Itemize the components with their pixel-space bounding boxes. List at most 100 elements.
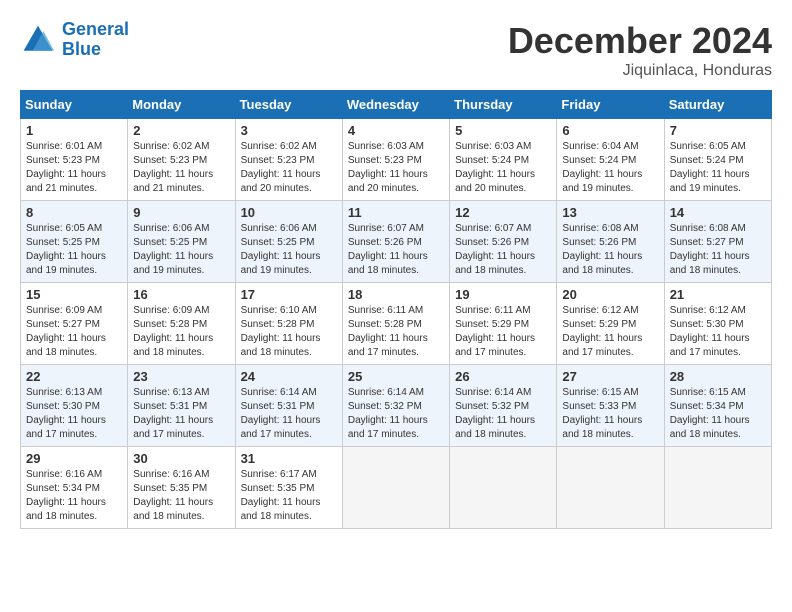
logo-icon — [20, 22, 56, 58]
calendar-cell: 7 Sunrise: 6:05 AM Sunset: 5:24 PM Daylig… — [664, 119, 771, 201]
cell-info: Sunrise: 6:03 AM Sunset: 5:23 PM Dayligh… — [348, 140, 444, 196]
calendar-cell: 6 Sunrise: 6:04 AM Sunset: 5:24 PM Daylig… — [557, 119, 664, 201]
calendar-cell: 2 Sunrise: 6:02 AM Sunset: 5:23 PM Daylig… — [128, 119, 235, 201]
calendar-cell — [342, 447, 449, 529]
calendar-table: SundayMondayTuesdayWednesdayThursdayFrid… — [20, 90, 772, 529]
cell-info: Sunrise: 6:09 AM Sunset: 5:27 PM Dayligh… — [26, 304, 122, 360]
cell-info: Sunrise: 6:05 AM Sunset: 5:24 PM Dayligh… — [670, 140, 766, 196]
cell-info: Sunrise: 6:02 AM Sunset: 5:23 PM Dayligh… — [241, 140, 337, 196]
day-number: 7 — [670, 123, 766, 138]
location: Jiquinlaca, Honduras — [508, 62, 772, 80]
day-number: 10 — [241, 205, 337, 220]
cell-info: Sunrise: 6:11 AM Sunset: 5:28 PM Dayligh… — [348, 304, 444, 360]
calendar-cell: 28 Sunrise: 6:15 AM Sunset: 5:34 PM Dayli… — [664, 365, 771, 447]
day-number: 3 — [241, 123, 337, 138]
cell-info: Sunrise: 6:07 AM Sunset: 5:26 PM Dayligh… — [348, 222, 444, 278]
day-number: 25 — [348, 369, 444, 384]
month-title: December 2024 — [508, 20, 772, 62]
calendar-cell: 8Sunrise: 6:05 AM Sunset: 5:25 PM Daylig… — [21, 201, 128, 283]
day-number: 23 — [133, 369, 229, 384]
calendar-cell: 20 Sunrise: 6:12 AM Sunset: 5:29 PM Dayli… — [557, 283, 664, 365]
calendar-week-row: 1 Sunrise: 6:01 AM Sunset: 5:23 PM Daylig… — [21, 119, 772, 201]
day-number: 16 — [133, 287, 229, 302]
calendar-cell — [450, 447, 557, 529]
cell-info: Sunrise: 6:07 AM Sunset: 5:26 PM Dayligh… — [455, 222, 551, 278]
cell-info: Sunrise: 6:13 AM Sunset: 5:30 PM Dayligh… — [26, 386, 122, 442]
calendar-cell: 19Sunrise: 6:11 AM Sunset: 5:29 PM Dayli… — [450, 283, 557, 365]
day-number: 17 — [241, 287, 337, 302]
logo-text: General Blue — [62, 20, 129, 60]
calendar-week-row: 22Sunrise: 6:13 AM Sunset: 5:30 PM Dayli… — [21, 365, 772, 447]
calendar-cell: 29Sunrise: 6:16 AM Sunset: 5:34 PM Dayli… — [21, 447, 128, 529]
cell-info: Sunrise: 6:03 AM Sunset: 5:24 PM Dayligh… — [455, 140, 551, 196]
calendar-cell: 12 Sunrise: 6:07 AM Sunset: 5:26 PM Dayli… — [450, 201, 557, 283]
col-header-saturday: Saturday — [664, 91, 771, 119]
calendar-cell: 14 Sunrise: 6:08 AM Sunset: 5:27 PM Dayli… — [664, 201, 771, 283]
col-header-wednesday: Wednesday — [342, 91, 449, 119]
day-number: 12 — [455, 205, 551, 220]
col-header-thursday: Thursday — [450, 91, 557, 119]
day-number: 13 — [562, 205, 658, 220]
day-number: 14 — [670, 205, 766, 220]
col-header-friday: Friday — [557, 91, 664, 119]
cell-info: Sunrise: 6:08 AM Sunset: 5:26 PM Dayligh… — [562, 222, 658, 278]
calendar-cell: 31 Sunrise: 6:17 AM Sunset: 5:35 PM Dayli… — [235, 447, 342, 529]
calendar-cell: 25 Sunrise: 6:14 AM Sunset: 5:32 PM Dayli… — [342, 365, 449, 447]
calendar-cell — [664, 447, 771, 529]
day-number: 2 — [133, 123, 229, 138]
calendar-cell: 23 Sunrise: 6:13 AM Sunset: 5:31 PM Dayli… — [128, 365, 235, 447]
day-number: 19 — [455, 287, 551, 302]
col-header-tuesday: Tuesday — [235, 91, 342, 119]
col-header-sunday: Sunday — [21, 91, 128, 119]
day-number: 26 — [455, 369, 551, 384]
cell-info: Sunrise: 6:02 AM Sunset: 5:23 PM Dayligh… — [133, 140, 229, 196]
day-number: 4 — [348, 123, 444, 138]
cell-info: Sunrise: 6:14 AM Sunset: 5:32 PM Dayligh… — [455, 386, 551, 442]
calendar-cell: 3 Sunrise: 6:02 AM Sunset: 5:23 PM Daylig… — [235, 119, 342, 201]
day-number: 30 — [133, 451, 229, 466]
calendar-cell: 10 Sunrise: 6:06 AM Sunset: 5:25 PM Dayli… — [235, 201, 342, 283]
day-number: 8 — [26, 205, 122, 220]
cell-info: Sunrise: 6:10 AM Sunset: 5:28 PM Dayligh… — [241, 304, 337, 360]
calendar-cell: 30Sunrise: 6:16 AM Sunset: 5:35 PM Dayli… — [128, 447, 235, 529]
day-number: 6 — [562, 123, 658, 138]
cell-info: Sunrise: 6:09 AM Sunset: 5:28 PM Dayligh… — [133, 304, 229, 360]
day-number: 5 — [455, 123, 551, 138]
calendar-cell: 16 Sunrise: 6:09 AM Sunset: 5:28 PM Dayli… — [128, 283, 235, 365]
cell-info: Sunrise: 6:08 AM Sunset: 5:27 PM Dayligh… — [670, 222, 766, 278]
calendar-week-row: 29Sunrise: 6:16 AM Sunset: 5:34 PM Dayli… — [21, 447, 772, 529]
day-number: 29 — [26, 451, 122, 466]
calendar-cell: 1 Sunrise: 6:01 AM Sunset: 5:23 PM Daylig… — [21, 119, 128, 201]
cell-info: Sunrise: 6:17 AM Sunset: 5:35 PM Dayligh… — [241, 468, 337, 524]
calendar-cell — [557, 447, 664, 529]
day-number: 24 — [241, 369, 337, 384]
calendar-cell: 9Sunrise: 6:06 AM Sunset: 5:25 PM Daylig… — [128, 201, 235, 283]
calendar-cell: 11 Sunrise: 6:07 AM Sunset: 5:26 PM Dayli… — [342, 201, 449, 283]
cell-info: Sunrise: 6:06 AM Sunset: 5:25 PM Dayligh… — [241, 222, 337, 278]
cell-info: Sunrise: 6:12 AM Sunset: 5:30 PM Dayligh… — [670, 304, 766, 360]
col-header-monday: Monday — [128, 91, 235, 119]
day-number: 11 — [348, 205, 444, 220]
calendar-cell: 22Sunrise: 6:13 AM Sunset: 5:30 PM Dayli… — [21, 365, 128, 447]
calendar-cell: 5 Sunrise: 6:03 AM Sunset: 5:24 PM Daylig… — [450, 119, 557, 201]
cell-info: Sunrise: 6:13 AM Sunset: 5:31 PM Dayligh… — [133, 386, 229, 442]
cell-info: Sunrise: 6:14 AM Sunset: 5:32 PM Dayligh… — [348, 386, 444, 442]
day-number: 20 — [562, 287, 658, 302]
day-number: 28 — [670, 369, 766, 384]
calendar-cell: 4 Sunrise: 6:03 AM Sunset: 5:23 PM Daylig… — [342, 119, 449, 201]
calendar-cell: 13 Sunrise: 6:08 AM Sunset: 5:26 PM Dayli… — [557, 201, 664, 283]
logo: General Blue — [20, 20, 129, 60]
calendar-cell: 18Sunrise: 6:11 AM Sunset: 5:28 PM Dayli… — [342, 283, 449, 365]
cell-info: Sunrise: 6:15 AM Sunset: 5:34 PM Dayligh… — [670, 386, 766, 442]
day-number: 31 — [241, 451, 337, 466]
calendar-cell: 17 Sunrise: 6:10 AM Sunset: 5:28 PM Dayli… — [235, 283, 342, 365]
cell-info: Sunrise: 6:12 AM Sunset: 5:29 PM Dayligh… — [562, 304, 658, 360]
cell-info: Sunrise: 6:01 AM Sunset: 5:23 PM Dayligh… — [26, 140, 122, 196]
page-header: General Blue December 2024 Jiquinlaca, H… — [20, 20, 772, 80]
day-number: 1 — [26, 123, 122, 138]
calendar-week-row: 8Sunrise: 6:05 AM Sunset: 5:25 PM Daylig… — [21, 201, 772, 283]
calendar-cell: 15Sunrise: 6:09 AM Sunset: 5:27 PM Dayli… — [21, 283, 128, 365]
cell-info: Sunrise: 6:04 AM Sunset: 5:24 PM Dayligh… — [562, 140, 658, 196]
cell-info: Sunrise: 6:06 AM Sunset: 5:25 PM Dayligh… — [133, 222, 229, 278]
calendar-cell: 26 Sunrise: 6:14 AM Sunset: 5:32 PM Dayli… — [450, 365, 557, 447]
